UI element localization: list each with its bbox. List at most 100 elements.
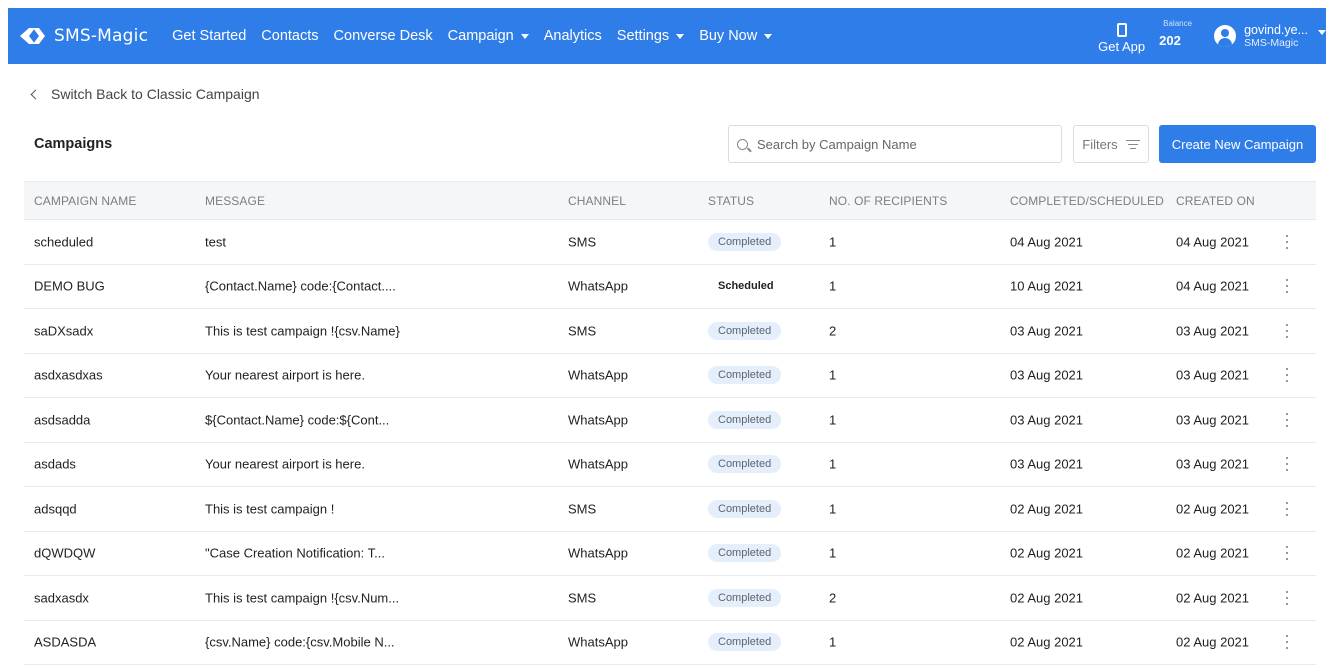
main-nav: Get Started Contacts Converse Desk Campa…	[172, 28, 787, 44]
nav-label: Converse Desk	[334, 28, 433, 44]
table-body: scheduledtestSMSCompleted104 Aug 202104 …	[24, 220, 1316, 665]
caret-down-icon	[676, 34, 684, 39]
message-cell: {Contact.Name} code:{Contact....	[205, 279, 396, 294]
completed-scheduled-cell: 02 Aug 2021	[1010, 501, 1083, 516]
created-on-cell: 03 Aug 2021	[1176, 457, 1249, 472]
table-row[interactable]: scheduledtestSMSCompleted104 Aug 202104 …	[24, 220, 1316, 265]
create-new-campaign-button[interactable]: Create New Campaign	[1159, 125, 1316, 163]
brand-logo[interactable]: SMS-Magic	[20, 26, 148, 46]
status-badge: Completed	[708, 589, 781, 607]
completed-scheduled-cell: 02 Aug 2021	[1010, 635, 1083, 650]
search-input[interactable]	[757, 137, 1057, 152]
row-actions-kebab-icon[interactable]	[1286, 413, 1290, 427]
campaign-name-cell: asdxasdxas	[34, 368, 103, 383]
header-status[interactable]: STATUS	[708, 194, 754, 208]
table-row[interactable]: asdadsYour nearest airport is here.Whats…	[24, 443, 1316, 488]
nav-label: Analytics	[544, 28, 602, 44]
row-actions-kebab-icon[interactable]	[1286, 591, 1290, 605]
brand-mark-icon	[20, 27, 50, 45]
row-actions-kebab-icon[interactable]	[1286, 457, 1290, 471]
status-badge: Completed	[708, 366, 781, 384]
status-badge: Completed	[708, 544, 781, 562]
get-app-button[interactable]: Get App	[1098, 23, 1145, 54]
header-created-on[interactable]: CREATED ON	[1176, 194, 1255, 208]
status-badge: Scheduled	[708, 277, 784, 295]
channel-cell: WhatsApp	[568, 412, 628, 427]
nav-label: Contacts	[261, 28, 318, 44]
recipients-cell: 1	[829, 234, 836, 249]
channel-cell: WhatsApp	[568, 546, 628, 561]
table-row[interactable]: saDXsadxThis is test campaign !{csv.Name…	[24, 309, 1316, 354]
page-title: Campaigns	[34, 136, 112, 152]
campaign-name-cell: DEMO BUG	[34, 279, 105, 294]
status-cell: Completed	[708, 233, 781, 251]
status-cell: Completed	[708, 366, 781, 384]
row-actions-kebab-icon[interactable]	[1286, 235, 1290, 249]
nav-label: Campaign	[448, 28, 514, 44]
recipients-cell: 1	[829, 412, 836, 427]
table-row[interactable]: dQWDQW"Case Creation Notification: T...W…	[24, 532, 1316, 577]
search-box	[728, 125, 1062, 163]
row-actions-kebab-icon[interactable]	[1286, 502, 1290, 516]
nav-item-buy-now[interactable]: Buy Now	[699, 28, 772, 44]
campaigns-table: CAMPAIGN NAME MESSAGE CHANNEL STATUS NO.…	[24, 181, 1316, 665]
channel-cell: SMS	[568, 501, 596, 516]
row-actions-kebab-icon[interactable]	[1286, 635, 1290, 649]
caret-down-icon	[764, 34, 772, 39]
filters-label: Filters	[1082, 137, 1117, 152]
message-cell: This is test campaign !{csv.Num...	[205, 590, 399, 605]
table-row[interactable]: asdxasdxasYour nearest airport is here.W…	[24, 354, 1316, 399]
created-on-cell: 02 Aug 2021	[1176, 501, 1249, 516]
caret-down-icon	[521, 34, 529, 39]
header-channel[interactable]: CHANNEL	[568, 194, 626, 208]
nav-item-settings[interactable]: Settings	[617, 28, 684, 44]
status-badge: Completed	[708, 411, 781, 429]
user-avatar-icon[interactable]	[1214, 25, 1236, 47]
campaign-name-cell: saDXsadx	[34, 323, 93, 338]
switch-back-link[interactable]: Switch Back to Classic Campaign	[32, 86, 260, 102]
message-cell: Your nearest airport is here.	[205, 368, 365, 383]
created-on-cell: 02 Aug 2021	[1176, 635, 1249, 650]
channel-cell: WhatsApp	[568, 635, 628, 650]
nav-item-converse-desk[interactable]: Converse Desk	[334, 28, 433, 44]
recipients-cell: 1	[829, 546, 836, 561]
table-row[interactable]: asdsadda${Contact.Name} code:${Cont...Wh…	[24, 398, 1316, 443]
user-menu[interactable]: govind.ye... SMS-Magic	[1244, 23, 1308, 49]
nav-item-campaign[interactable]: Campaign	[448, 28, 529, 44]
nav-label: Get Started	[172, 28, 246, 44]
balance-label: Balance	[1163, 19, 1192, 28]
channel-cell: WhatsApp	[568, 279, 628, 294]
nav-item-contacts[interactable]: Contacts	[261, 28, 318, 44]
row-actions-kebab-icon[interactable]	[1286, 546, 1290, 560]
recipients-cell: 1	[829, 501, 836, 516]
created-on-cell: 03 Aug 2021	[1176, 368, 1249, 383]
header-recipients[interactable]: NO. OF RECIPIENTS	[829, 194, 947, 208]
table-row[interactable]: ASDASDA{csv.Name} code:{csv.Mobile N...W…	[24, 621, 1316, 665]
table-row[interactable]: adsqqdThis is test campaign !SMSComplete…	[24, 487, 1316, 532]
header-completed-scheduled[interactable]: COMPLETED/SCHEDULED	[1010, 194, 1164, 208]
created-on-cell: 03 Aug 2021	[1176, 412, 1249, 427]
nav-item-analytics[interactable]: Analytics	[544, 28, 602, 44]
completed-scheduled-cell: 03 Aug 2021	[1010, 412, 1083, 427]
table-row[interactable]: DEMO BUG {Contact.Name} code:{Contact....…	[24, 265, 1316, 310]
header-campaign-name[interactable]: CAMPAIGN NAME	[34, 194, 136, 208]
row-actions-kebab-icon[interactable]	[1286, 279, 1290, 293]
row-actions-kebab-icon[interactable]	[1286, 368, 1290, 382]
header-message[interactable]: MESSAGE	[205, 194, 265, 208]
row-actions-kebab-icon[interactable]	[1286, 324, 1290, 338]
completed-scheduled-cell: 02 Aug 2021	[1010, 590, 1083, 605]
message-cell: ${Contact.Name} code:${Cont...	[205, 412, 389, 427]
user-menu-caret-icon[interactable]	[1318, 30, 1326, 35]
status-cell: Completed	[708, 589, 781, 607]
filters-button[interactable]: Filters	[1073, 125, 1149, 163]
campaign-name-cell: ASDASDA	[34, 635, 96, 650]
recipients-cell: 2	[829, 323, 836, 338]
top-navbar: SMS-Magic Get Started Contacts Converse …	[8, 8, 1326, 64]
table-row[interactable]: sadxasdxThis is test campaign !{csv.Num.…	[24, 576, 1316, 621]
table-header: CAMPAIGN NAME MESSAGE CHANNEL STATUS NO.…	[24, 182, 1316, 220]
nav-item-get-started[interactable]: Get Started	[172, 28, 246, 44]
channel-cell: WhatsApp	[568, 457, 628, 472]
status-cell: Completed	[708, 455, 781, 473]
status-cell: Completed	[708, 633, 781, 651]
channel-cell: SMS	[568, 323, 596, 338]
